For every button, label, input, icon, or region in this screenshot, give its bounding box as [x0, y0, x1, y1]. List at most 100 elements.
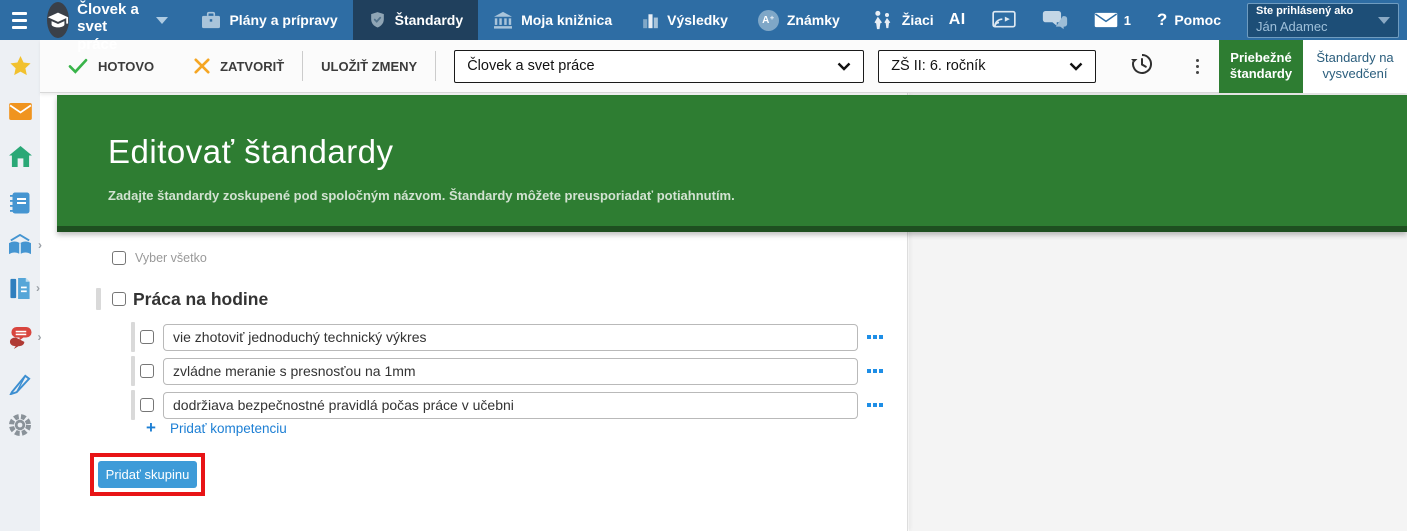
nav-label: Plány a prípravy [229, 12, 337, 28]
more-options-button[interactable] [1196, 57, 1199, 75]
standard-checkbox[interactable] [140, 330, 154, 344]
check-icon [68, 58, 88, 74]
mail-button[interactable]: 1 [1094, 12, 1131, 28]
row-options-icon[interactable] [867, 369, 885, 373]
library-book-icon[interactable]: › [7, 234, 33, 256]
group-header-row: Práca na hodine [96, 288, 268, 310]
toolbar-divider [302, 51, 303, 81]
add-competence-link[interactable]: + Pridať kompetenciu [146, 418, 287, 438]
history-button[interactable] [1130, 52, 1154, 81]
standard-row [131, 322, 885, 352]
hero-banner: Editovať štandardy Zadajte štandardy zos… [57, 95, 1407, 232]
nav-item-ziaci[interactable]: Žiaci [855, 0, 949, 40]
drag-handle[interactable] [131, 356, 135, 386]
envelope-icon [1094, 12, 1118, 28]
documents-icon[interactable]: › [9, 277, 31, 299]
favorites-star-icon[interactable] [9, 55, 32, 77]
standard-input[interactable] [163, 392, 858, 419]
group-title: Práca na hodine [133, 289, 268, 310]
home-icon[interactable] [9, 145, 32, 167]
shield-check-icon [368, 10, 387, 30]
chevron-down-icon [1069, 62, 1083, 71]
help-button[interactable]: ? Pomoc [1157, 10, 1221, 30]
graduation-cap-icon [47, 2, 69, 38]
nav-item-kniznica[interactable]: Moja knižnica [478, 0, 627, 40]
drag-handle[interactable] [131, 390, 135, 420]
notebook-icon[interactable] [10, 192, 30, 214]
top-navigation-bar: 1.A Človek a svet práce Plány a prípravy… [0, 0, 1407, 40]
grade-select[interactable]: ZŠ II: 6. ročník [878, 50, 1096, 83]
subject-name: Človek a svet práce [77, 1, 144, 53]
user-menu[interactable]: Ste prihlásený ako Ján Adamec [1247, 3, 1399, 38]
mail-count-badge: 1 [1124, 13, 1131, 28]
standard-checkbox[interactable] [140, 398, 154, 412]
submenu-chevron-icon: › [38, 330, 42, 344]
class-labels: 1.A Človek a svet práce [77, 0, 144, 53]
standard-input[interactable] [163, 324, 858, 351]
standards-tabs: Priebežné štandardy Štandardy na vysvedč… [1219, 40, 1407, 93]
drag-handle[interactable] [96, 288, 101, 310]
close-button[interactable]: ZATVORIŤ [194, 58, 284, 74]
toolbar-divider [435, 51, 436, 81]
standards-editor: Vyber všetko Práca na hodine + Pridať ko… [40, 238, 908, 531]
subject-select[interactable]: Človek a svet práce [454, 50, 864, 83]
nav-label: Štandardy [395, 12, 463, 28]
nav-label: Výsledky [667, 12, 728, 28]
nav-item-plany[interactable]: Plány a prípravy [186, 0, 352, 40]
select-all-checkbox[interactable] [112, 251, 126, 265]
main-nav: Plány a prípravy Štandardy Moja knižnica… [186, 0, 948, 40]
drag-handle[interactable] [131, 322, 135, 352]
topbar-right-cluster: AI 1 ? Pomoc Ste prihlásený ako Ján Adam… [949, 3, 1407, 38]
done-button[interactable]: HOTOVO [68, 58, 154, 74]
row-options-icon[interactable] [867, 335, 885, 339]
settings-gear-icon[interactable] [8, 414, 32, 436]
logged-in-caption: Ste prihlásený ako [1256, 5, 1374, 19]
pen-icon[interactable] [9, 372, 32, 394]
user-name: Ján Adamec [1256, 19, 1374, 35]
page-subtitle: Zadajte štandardy zoskupené pod spoločný… [108, 188, 1407, 203]
submenu-chevron-icon: › [36, 281, 40, 295]
nav-item-vysledky[interactable]: Výsledky [627, 0, 743, 40]
bank-icon [493, 11, 513, 29]
chevron-down-icon [1378, 17, 1390, 24]
discussion-chat-icon[interactable]: › [8, 326, 33, 348]
screencast-icon[interactable] [992, 10, 1016, 30]
messages-envelope-icon[interactable] [9, 100, 32, 122]
select-all-row: Vyber všetko [112, 251, 207, 265]
save-changes-button[interactable]: ULOŽIŤ ZMENY [321, 59, 417, 74]
briefcase-icon [201, 11, 221, 29]
bar-chart-icon [642, 11, 659, 29]
ai-button[interactable]: AI [949, 11, 966, 29]
standard-checkbox[interactable] [140, 364, 154, 378]
standard-row [131, 390, 885, 420]
nav-item-standardy[interactable]: Štandardy [353, 0, 478, 40]
select-all-label: Vyber všetko [135, 251, 207, 265]
tab-priebezne-standardy[interactable]: Priebežné štandardy [1219, 40, 1303, 93]
nav-item-znamky[interactable]: A⁺ Známky [743, 0, 855, 40]
page-title: Editovať štandardy [108, 133, 1407, 171]
chevron-down-icon [837, 62, 851, 71]
hamburger-menu-icon[interactable] [12, 8, 27, 33]
plus-icon: + [146, 418, 156, 438]
history-icon [1130, 52, 1154, 76]
group-checkbox[interactable] [112, 292, 126, 306]
annotation-highlight-box: Pridať skupinu [90, 453, 205, 496]
class-selector[interactable]: 1.A Človek a svet práce [47, 0, 168, 53]
nav-label: Známky [787, 12, 840, 28]
add-group-button[interactable]: Pridať skupinu [98, 461, 197, 488]
chevron-down-icon [156, 17, 168, 24]
tab-standardy-na-vysvedceni[interactable]: Štandardy na vysvedčení [1303, 40, 1407, 93]
nav-label: Žiaci [902, 12, 934, 28]
grade-badge-icon: A⁺ [758, 10, 779, 31]
standard-row [131, 356, 885, 386]
edit-toolbar: HOTOVO ZATVORIŤ ULOŽIŤ ZMENY Človek a sv… [40, 40, 1407, 93]
students-icon [870, 10, 894, 30]
question-mark-icon: ? [1157, 10, 1167, 30]
standard-input[interactable] [163, 358, 858, 385]
left-sidebar: › › › [0, 40, 40, 531]
nav-label: Moja knižnica [521, 12, 612, 28]
row-options-icon[interactable] [867, 403, 885, 407]
x-icon [194, 58, 210, 74]
chat-icon[interactable] [1042, 10, 1068, 31]
submenu-chevron-icon: › [38, 238, 42, 252]
